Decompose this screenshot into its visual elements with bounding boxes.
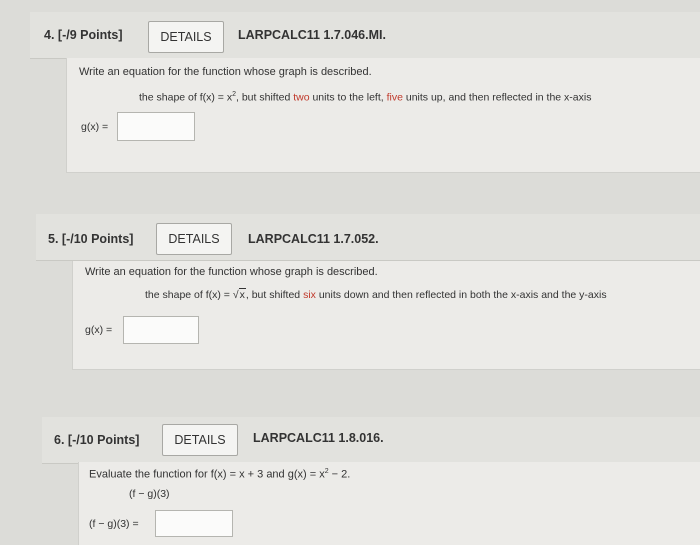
question-5-header: 5. [-/10 Points] DETAILS LARPCALC11 1.7.… [36,214,700,261]
question-4-prompt: Write an equation for the function whose… [79,66,372,78]
question-6-code: LARPCALC11 1.8.016. [253,431,384,445]
question-4-body: Write an equation for the function whose… [66,58,700,173]
question-6-answer-label: (f − g)(3) = [89,518,139,530]
question-4-code: LARPCALC11 1.7.046.MI. [238,28,386,42]
question-5-details-button[interactable]: DETAILS [156,223,232,255]
question-5-number: 5. [-/10 Points] [48,232,134,246]
question-4-description: the shape of f(x) = x2, but shifted two … [139,91,592,104]
question-6-prompt: Evaluate the function for f(x) = x + 3 a… [89,468,351,481]
question-4-number: 4. [-/9 Points] [44,28,123,42]
question-6-body: Evaluate the function for f(x) = x + 3 a… [78,462,700,545]
question-5-description: the shape of f(x) = √x, but shifted six … [145,288,607,301]
question-5-answer-label: g(x) = [85,324,113,336]
question-4-header: 4. [-/9 Points] DETAILS LARPCALC11 1.7.0… [30,12,700,59]
question-5-code: LARPCALC11 1.7.052. [248,232,379,246]
question-6-answer-input[interactable] [155,510,233,537]
question-5-prompt: Write an equation for the function whose… [85,266,378,278]
question-4-answer-input[interactable] [117,112,195,141]
question-6-details-button[interactable]: DETAILS [162,424,238,456]
question-4-details-button[interactable]: DETAILS [148,21,224,53]
question-4-answer-label: g(x) = [81,121,109,133]
question-5-body: Write an equation for the function whose… [72,261,700,370]
question-6-expression: (f − g)(3) [129,488,170,500]
question-6-number: 6. [-/10 Points] [54,433,140,447]
question-5-answer-input[interactable] [123,316,199,344]
question-6-header: 6. [-/10 Points] DETAILS LARPCALC11 1.8.… [42,417,700,464]
